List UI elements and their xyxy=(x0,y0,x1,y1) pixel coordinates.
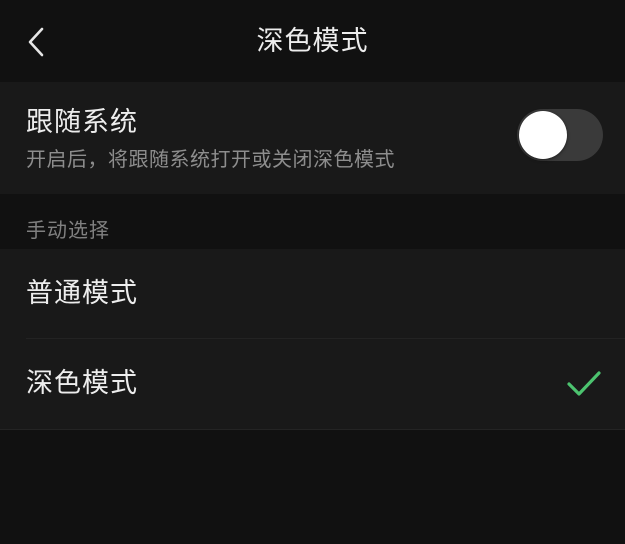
option-normal-mode[interactable]: 普通模式 xyxy=(0,249,625,339)
mode-options-list: 普通模式 深色模式 xyxy=(0,249,625,429)
page-title: 深色模式 xyxy=(256,26,369,57)
option-dark-mode[interactable]: 深色模式 xyxy=(0,339,625,429)
checkmark-icon xyxy=(567,371,601,396)
toggle-knob xyxy=(519,111,567,159)
follow-system-toggle[interactable] xyxy=(517,109,603,161)
dark-mode-settings-screen: 深色模式 跟随系统 开启后，将跟随系统打开或关闭深色模式 手动选择 普通模式 深… xyxy=(0,0,625,544)
divider xyxy=(0,429,625,430)
follow-system-description: 开启后，将跟随系统打开或关闭深色模式 xyxy=(26,147,395,171)
follow-system-title: 跟随系统 xyxy=(26,107,138,138)
follow-system-card: 跟随系统 开启后，将跟随系统打开或关闭深色模式 xyxy=(0,82,625,194)
option-label: 普通模式 xyxy=(26,278,138,309)
section-label-manual: 手动选择 xyxy=(26,218,110,242)
nav-header: 深色模式 xyxy=(0,0,625,80)
option-label: 深色模式 xyxy=(26,368,138,399)
